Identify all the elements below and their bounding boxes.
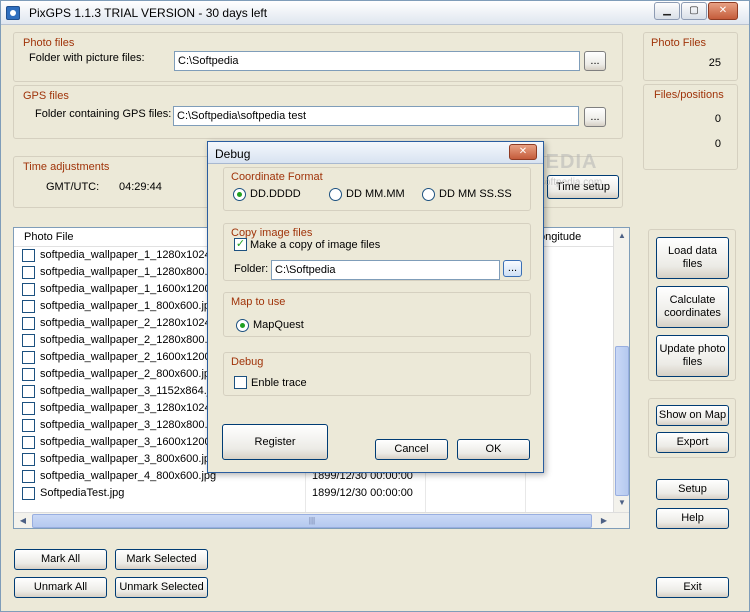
dialog-title: Debug xyxy=(215,147,251,161)
main-window: PixGPS 1.1.3 TRIAL VERSION - 30 days lef… xyxy=(0,0,750,612)
radio-dd-mm-ss-ss[interactable] xyxy=(422,188,435,201)
mark-all-button[interactable]: Mark All xyxy=(14,549,107,570)
debug-dialog: Debug ✕ Coordinate Format DD.DDDD DD MM.… xyxy=(207,141,544,473)
dialog-close-button[interactable]: ✕ xyxy=(509,144,537,160)
scroll-up-arrow-icon[interactable]: ▲ xyxy=(615,229,629,243)
column-header-photo-file[interactable]: Photo File xyxy=(24,231,74,243)
row-checkbox[interactable] xyxy=(22,368,35,381)
row-checkbox[interactable] xyxy=(22,283,35,296)
photo-files-count: 25 xyxy=(708,57,721,69)
radio-dd-dddd[interactable] xyxy=(233,188,246,201)
setup-button[interactable]: Setup xyxy=(656,479,729,500)
gmt-utc-value: 04:29:44 xyxy=(119,181,162,193)
row-checkbox[interactable] xyxy=(22,351,35,364)
unmark-all-button[interactable]: Unmark All xyxy=(14,577,107,598)
enable-trace-checkbox[interactable] xyxy=(234,376,247,389)
row-file-name: SoftpediaTest.jpg xyxy=(40,487,125,499)
photo-folder-browse-button[interactable]: ... xyxy=(584,51,606,71)
time-adjustments-title: Time adjustments xyxy=(23,161,110,173)
cancel-button[interactable]: Cancel xyxy=(375,439,448,460)
radio-dd-dddd-label: DD.DDDD xyxy=(250,188,301,200)
row-checkbox[interactable] xyxy=(22,266,35,279)
files-count: 0 xyxy=(714,113,721,125)
copy-folder-browse-button[interactable]: ... xyxy=(503,260,522,277)
help-button[interactable]: Help xyxy=(656,508,729,529)
show-on-map-button[interactable]: Show on Map xyxy=(656,405,729,426)
table-row[interactable]: SoftpediaTest.jpg 1899/12/30 00:00:00 xyxy=(14,485,614,502)
export-button[interactable]: Export xyxy=(656,432,729,453)
gps-folder-browse-button[interactable]: ... xyxy=(584,107,606,127)
enable-trace-label: Enble trace xyxy=(251,377,307,389)
dialog-title-bar[interactable]: Debug ✕ xyxy=(208,142,543,164)
row-checkbox[interactable] xyxy=(22,470,35,483)
gps-folder-label: Folder containing GPS files: xyxy=(35,108,172,120)
radio-dd-mm-ss-ss-label: DD MM SS.SS xyxy=(439,188,512,200)
row-checkbox[interactable] xyxy=(22,385,35,398)
photo-files-count-title: Photo Files xyxy=(651,37,707,49)
row-checkbox[interactable] xyxy=(22,453,35,466)
minimize-button[interactable]: ▁ xyxy=(654,2,680,20)
row-checkbox[interactable] xyxy=(22,334,35,347)
row-checkbox[interactable] xyxy=(22,419,35,432)
positions-count: 0 xyxy=(714,138,721,150)
row-checkbox[interactable] xyxy=(22,249,35,262)
mark-selected-button[interactable]: Mark Selected xyxy=(115,549,208,570)
row-checkbox[interactable] xyxy=(22,436,35,449)
gmt-utc-label: GMT/UTC: xyxy=(46,181,100,193)
files-positions-title: Files/positions xyxy=(654,89,724,101)
gps-files-title: GPS files xyxy=(23,90,69,102)
make-copy-checkbox[interactable]: ✓ xyxy=(234,238,247,251)
unmark-selected-button[interactable]: Unmark Selected xyxy=(115,577,208,598)
debug-group-title: Debug xyxy=(231,356,264,368)
copy-folder-label: Folder: xyxy=(234,263,269,275)
close-button[interactable]: ✕ xyxy=(708,2,738,20)
row-checkbox[interactable] xyxy=(22,402,35,415)
radio-dd-mm-mm[interactable] xyxy=(329,188,342,201)
gps-folder-input[interactable]: C:\Softpedia\softpedia test xyxy=(173,106,579,126)
radio-mapquest[interactable] xyxy=(236,319,249,332)
load-data-files-button[interactable]: Load data files xyxy=(656,237,729,279)
row-date: 1899/12/30 00:00:00 xyxy=(312,487,413,499)
column-header-longitude[interactable]: ongitude xyxy=(539,231,581,243)
vertical-scroll-thumb[interactable] xyxy=(615,346,629,496)
photo-files-title: Photo files xyxy=(23,37,75,49)
horizontal-scrollbar[interactable]: ◀ ||| ▶ xyxy=(14,512,629,528)
files-positions-group: Files/positions xyxy=(643,84,738,170)
calculate-coordinates-button[interactable]: Calculate coordinates xyxy=(656,286,729,328)
copy-folder-input[interactable]: C:\Softpedia xyxy=(271,260,500,280)
photo-folder-input[interactable]: C:\Softpedia xyxy=(174,51,580,71)
photo-folder-label: Folder with picture files: xyxy=(29,52,145,64)
row-checkbox[interactable] xyxy=(22,317,35,330)
exit-button[interactable]: Exit xyxy=(656,577,729,598)
register-button[interactable]: Register xyxy=(222,424,328,460)
window-title: PixGPS 1.1.3 TRIAL VERSION - 30 days lef… xyxy=(29,6,268,20)
scroll-down-arrow-icon[interactable]: ▼ xyxy=(615,496,629,510)
update-photo-files-button[interactable]: Update photo files xyxy=(656,335,729,377)
row-checkbox[interactable] xyxy=(22,487,35,500)
make-copy-label: Make a copy of image files xyxy=(250,239,381,251)
coordinate-format-title: Coordinate Format xyxy=(231,171,323,183)
map-title: Map to use xyxy=(231,296,286,308)
app-icon xyxy=(6,6,20,20)
ok-button[interactable]: OK xyxy=(457,439,530,460)
radio-dd-mm-mm-label: DD MM.MM xyxy=(346,188,405,200)
maximize-button[interactable]: ▢ xyxy=(681,2,707,20)
vertical-scrollbar[interactable]: ▲ ▼ xyxy=(613,228,629,512)
radio-mapquest-label: MapQuest xyxy=(253,319,304,331)
debug-group: Debug xyxy=(223,352,531,396)
horizontal-scroll-thumb[interactable]: ||| xyxy=(32,514,592,528)
title-bar[interactable]: PixGPS 1.1.3 TRIAL VERSION - 30 days lef… xyxy=(1,1,749,25)
scroll-left-arrow-icon[interactable]: ◀ xyxy=(16,514,30,528)
row-checkbox[interactable] xyxy=(22,300,35,313)
scroll-right-arrow-icon[interactable]: ▶ xyxy=(597,514,611,528)
